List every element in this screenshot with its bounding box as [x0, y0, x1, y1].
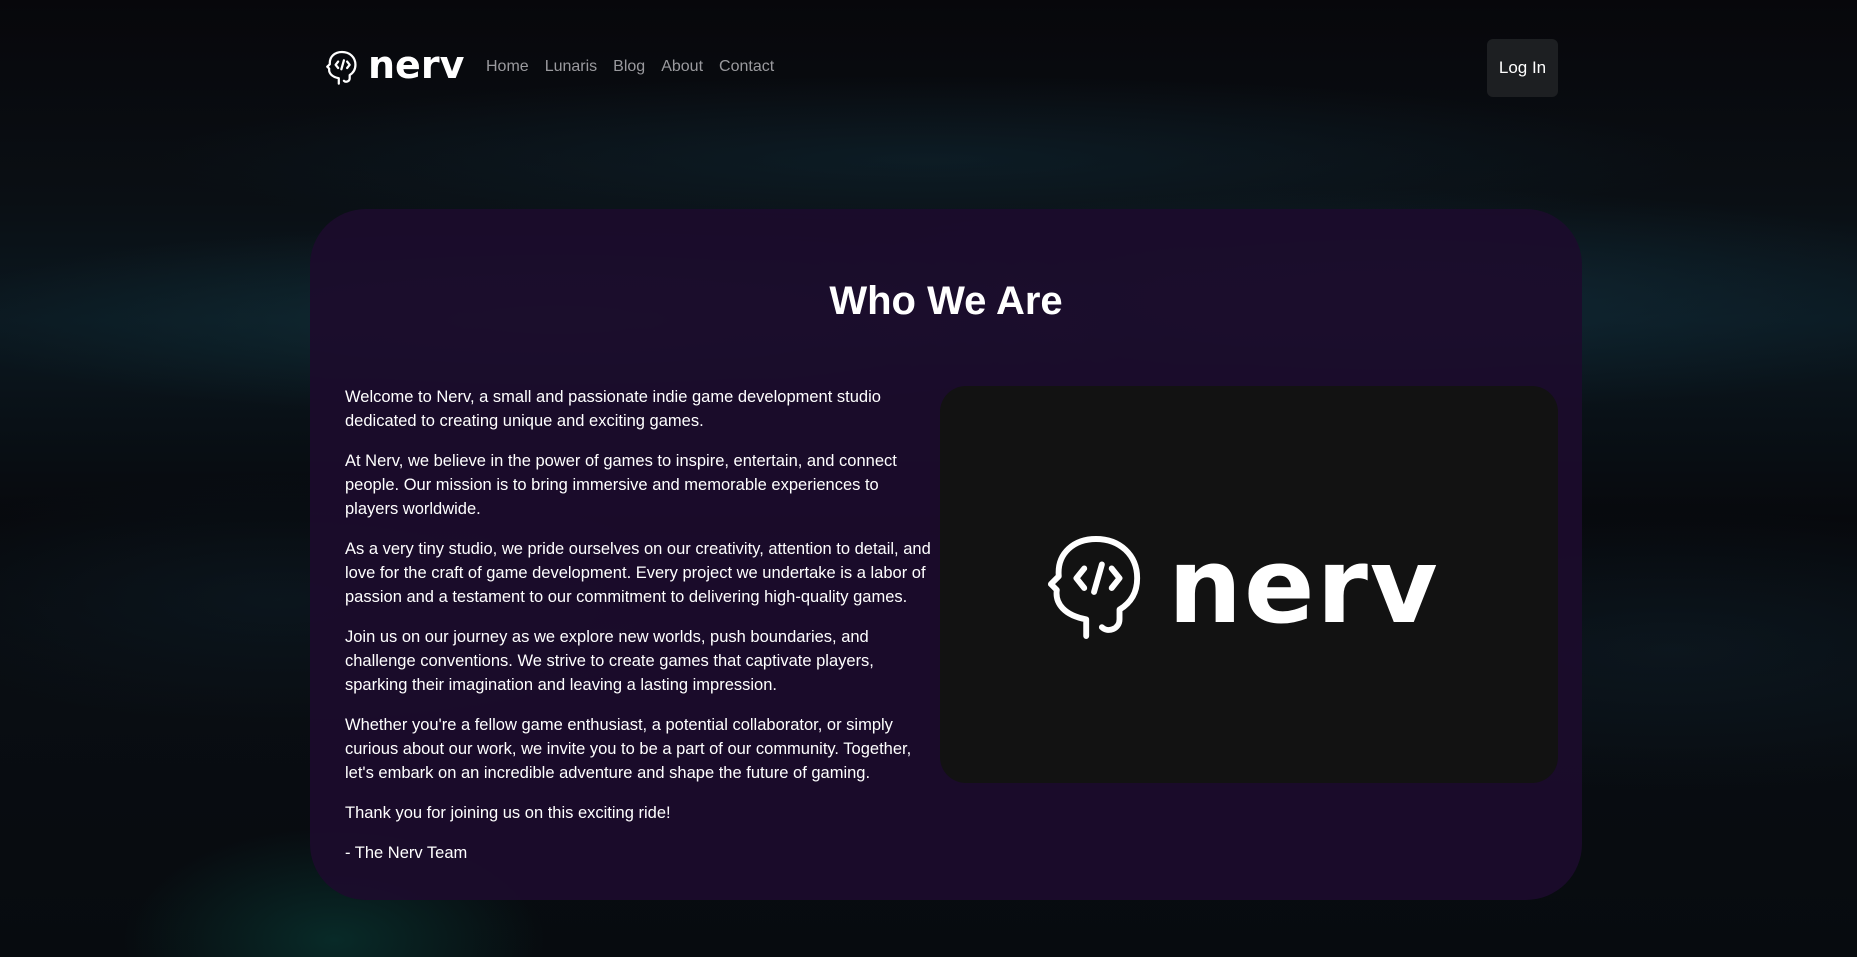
- about-paragraph: At Nerv, we believe in the power of game…: [345, 452, 897, 518]
- login-button[interactable]: Log In: [1487, 39, 1558, 97]
- head-code-icon: [1047, 536, 1141, 639]
- about-card: Who We Are Welcome to Nerv, a small and …: [310, 209, 1582, 900]
- nav-links: Home Lunaris Blog About Contact: [486, 58, 774, 76]
- nav-link-lunaris[interactable]: Lunaris: [545, 58, 597, 76]
- about-paragraph: Join us on our journey as we explore new…: [345, 628, 874, 694]
- about-paragraph: As a very tiny studio, we pride ourselve…: [345, 540, 931, 606]
- nav-link-contact[interactable]: Contact: [719, 58, 774, 76]
- about-paragraph: Welcome to Nerv, a small and passionate …: [345, 388, 881, 430]
- nav-link-blog[interactable]: Blog: [613, 58, 645, 76]
- brand-name: nerv: [368, 43, 465, 87]
- navbar: nerv Home Lunaris Blog About Contact Log…: [0, 0, 1857, 120]
- logo-image: nerv: [940, 386, 1558, 783]
- about-text: Welcome to Nerv, a small and passionate …: [345, 385, 935, 881]
- brand-logo-link[interactable]: nerv: [326, 44, 464, 92]
- nav-link-home[interactable]: Home: [486, 58, 529, 76]
- page-title: Who We Are: [829, 279, 1063, 323]
- logo-wordmark: nerv: [1168, 525, 1440, 647]
- about-paragraph: Thank you for joining us on this excitin…: [345, 804, 671, 822]
- signature: - The Nerv Team: [345, 844, 468, 862]
- nav-link-about[interactable]: About: [661, 58, 703, 76]
- about-paragraph: Whether you're a fellow game enthusiast,…: [345, 716, 912, 782]
- head-code-icon: [326, 50, 357, 85]
